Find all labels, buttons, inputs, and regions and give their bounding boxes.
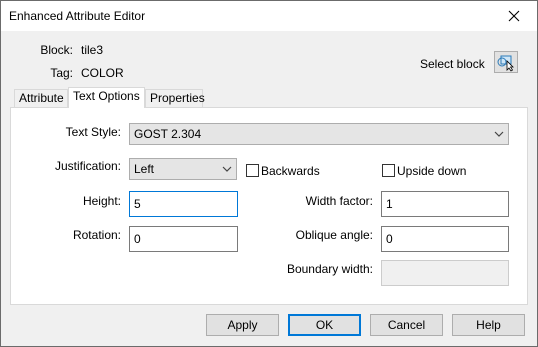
tab-properties[interactable]: Properties — [145, 89, 205, 107]
block-value: tile3 — [81, 43, 104, 57]
apply-button[interactable]: Apply — [206, 314, 279, 336]
help-button[interactable]: Help — [452, 314, 525, 336]
close-icon — [508, 10, 520, 22]
select-block-button[interactable] — [494, 51, 518, 73]
window-title: Enhanced Attribute Editor — [9, 9, 146, 23]
boundary-width-label: Boundary width: — [286, 262, 373, 276]
chevron-down-icon — [494, 131, 504, 137]
text-style-value: GOST 2.304 — [134, 127, 202, 141]
backwards-checkbox[interactable] — [246, 164, 259, 177]
width-factor-input[interactable] — [381, 191, 509, 217]
tab-attribute[interactable]: Attribute — [14, 89, 68, 107]
ok-button[interactable]: OK — [288, 314, 361, 336]
height-input[interactable] — [129, 191, 238, 217]
title-bar: Enhanced Attribute Editor — [1, 1, 537, 31]
chevron-down-icon — [222, 166, 232, 172]
justification-dropdown[interactable]: Left — [129, 158, 237, 180]
upside-down-checkbox[interactable] — [382, 164, 395, 177]
block-label: Block: — [40, 43, 73, 57]
rotation-input[interactable] — [129, 226, 238, 252]
text-style-dropdown[interactable]: GOST 2.304 — [129, 123, 509, 145]
close-button[interactable] — [491, 1, 537, 31]
tag-value: COLOR — [81, 66, 124, 80]
boundary-width-input — [381, 260, 509, 286]
oblique-angle-label: Oblique angle: — [295, 228, 373, 242]
justification-label: Justification: — [54, 159, 121, 173]
cancel-button[interactable]: Cancel — [370, 314, 443, 336]
justification-value: Left — [134, 162, 155, 176]
tab-text-options[interactable]: Text Options — [68, 87, 145, 108]
height-label: Height: — [82, 194, 121, 208]
select-block-label: Select block — [420, 57, 485, 71]
tag-label: Tag: — [50, 66, 73, 80]
rotation-label: Rotation: — [72, 228, 121, 242]
select-objects-icon — [497, 55, 514, 72]
backwards-label: Backwards — [261, 164, 320, 178]
attribute-editor-dialog: Enhanced Attribute Editor Block: tile3 T… — [0, 0, 538, 347]
upside-down-label: Upside down — [397, 164, 467, 178]
text-style-label: Text Style: — [65, 125, 121, 139]
width-factor-label: Width factor: — [305, 194, 373, 208]
oblique-angle-input[interactable] — [381, 226, 509, 252]
